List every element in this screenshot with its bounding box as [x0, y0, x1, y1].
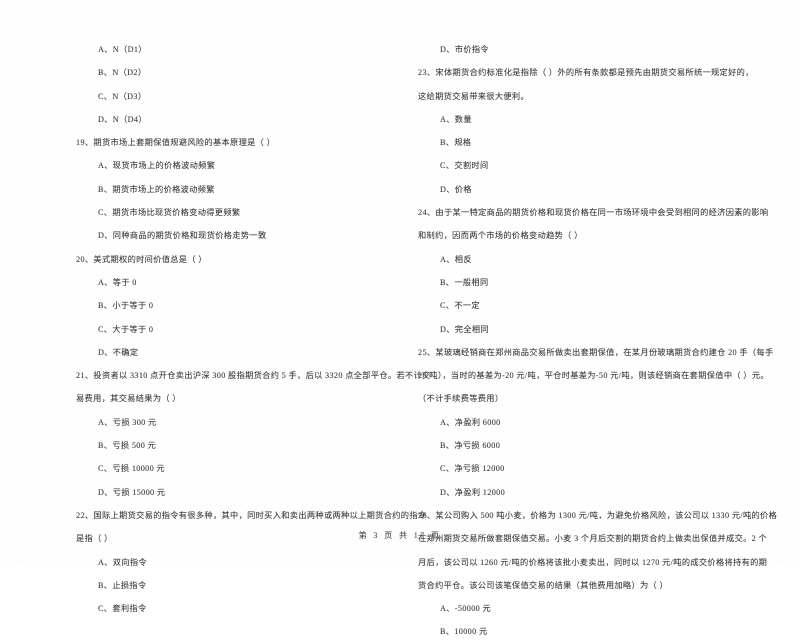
- question-option: C、N（D3）: [98, 91, 147, 101]
- question-option: B、净亏损 6000: [440, 441, 501, 451]
- question-option: C、不一定: [440, 301, 480, 311]
- question-stem: 26、某公司购入 500 吨小麦，价格为 1300 元/吨，为避免价格风险，该公…: [418, 510, 778, 520]
- question-stem: 25、某玻璃经销商在郑州商品交易所做卖出套期保值，在某月份玻璃期货合约建仓 20…: [418, 347, 774, 357]
- question-stem-continuation: 易费用，其交易结果为（ ）: [76, 394, 181, 404]
- question-stem: 20、美式期权的时间价值总是（ ）: [76, 254, 207, 264]
- question-stem-continuation: 20 吨），当时的基差为-20 元/吨，平仓时基差为-50 元/吨，则该经销商在…: [418, 371, 769, 381]
- question-option: D、完全相同: [440, 324, 489, 334]
- question-option: B、10000 元: [440, 627, 488, 637]
- question-option: D、价格: [440, 184, 472, 194]
- question-stem: 23、宋体期货合约标准化是指除（ ）外的所有条款都是预先由期货交易所统一规定好的…: [418, 68, 754, 78]
- page-footer: 第 3 页 共 17 页: [358, 531, 442, 540]
- question-option: D、市价指令: [440, 45, 489, 54]
- question-option: B、止损指令: [98, 580, 147, 590]
- question-option: C、大于等于 0: [98, 324, 154, 334]
- question-stem-continuation: 货合约平仓。该公司该笔保值交易的结果（其他费用加略）为（ ）: [418, 580, 668, 590]
- question-option: B、N（D2）: [98, 68, 147, 78]
- question-option: D、净盈利 12000: [440, 487, 506, 497]
- question-stem-continuation: 和制约，因而两个市场的价格变动趋势（ ）: [418, 231, 583, 241]
- two-column-layout: A、N（D1） B、N（D2） C、N（D3） D、N（D4） 19、期货市场上套期保值…: [0, 0, 800, 636]
- question-option: C、期货市场比现货价格变动得更频繁: [98, 208, 241, 218]
- question-option: A、双向指令: [98, 557, 147, 567]
- question-stem: 22、国际上期货交易的指令有很多种，其中，同时买入和卖出两种或两种以上期货合约的…: [76, 510, 427, 520]
- question-stem-continuation: 这给期货交易带来很大便利。: [418, 91, 529, 101]
- question-option: B、小于等于 0: [98, 301, 154, 311]
- question-option: B、一般相同: [440, 277, 489, 287]
- question-option: C、净亏损 12000: [440, 464, 505, 474]
- question-option: C、亏损 10000 元: [98, 464, 165, 474]
- question-stem-continuation: （不计手续费等费用）: [418, 394, 504, 404]
- question-option: A、相反: [440, 254, 472, 264]
- right-text-column: D、市价指令 23、宋体期货合约标准化是指除（ ）外的所有条款都是预先由期货交易所…: [400, 0, 800, 644]
- question-option: C、套利指令: [98, 604, 147, 614]
- question-option: D、同种商品的期货价格和现货价格走势一致: [98, 231, 267, 241]
- question-option: D、N（D4）: [98, 114, 147, 124]
- question-stem: 21、投资者以 3310 点开仓卖出沪深 300 股指期货合约 5 手，后以 3…: [76, 371, 431, 381]
- question-stem-continuation: 月后，该公司以 1260 元/吨的价格将该批小麦卖出，同时以 1270 元/吨的…: [418, 557, 768, 567]
- question-option: A、亏损 300 元: [98, 417, 157, 427]
- question-option: A、现货市场上的价格波动频繁: [98, 161, 216, 171]
- left-text-column: A、N（D1） B、N（D2） C、N（D3） D、N（D4） 19、期货市场上套期保值…: [0, 0, 431, 620]
- question-option: B、亏损 500 元: [98, 441, 157, 451]
- question-option: C、交割时间: [440, 161, 489, 171]
- question-option: A、数量: [440, 114, 472, 124]
- question-option: A、N（D1）: [98, 45, 147, 54]
- question-option: A、-50000 元: [440, 604, 492, 614]
- question-stem: 24、由于某一特定商品的期货价格和现货价格在同一市场环境中会受到相同的经济因素的…: [418, 208, 769, 218]
- question-option: A、等于 0: [98, 277, 137, 287]
- question-option: B、期货市场上的价格波动频繁: [98, 184, 215, 194]
- question-stem: 19、期货市场上套期保值规避风险的基本原理是（ ）: [76, 138, 276, 148]
- question-option: A、净盈利 6000: [440, 417, 501, 427]
- scanned-exam-page: A、N（D1） B、N（D2） C、N（D3） D、N（D4） 19、期货市场上套期保值…: [0, 0, 800, 636]
- question-option: D、不确定: [98, 347, 139, 357]
- question-option: D、亏损 15000 元: [98, 487, 166, 497]
- question-option: B、规格: [440, 138, 472, 148]
